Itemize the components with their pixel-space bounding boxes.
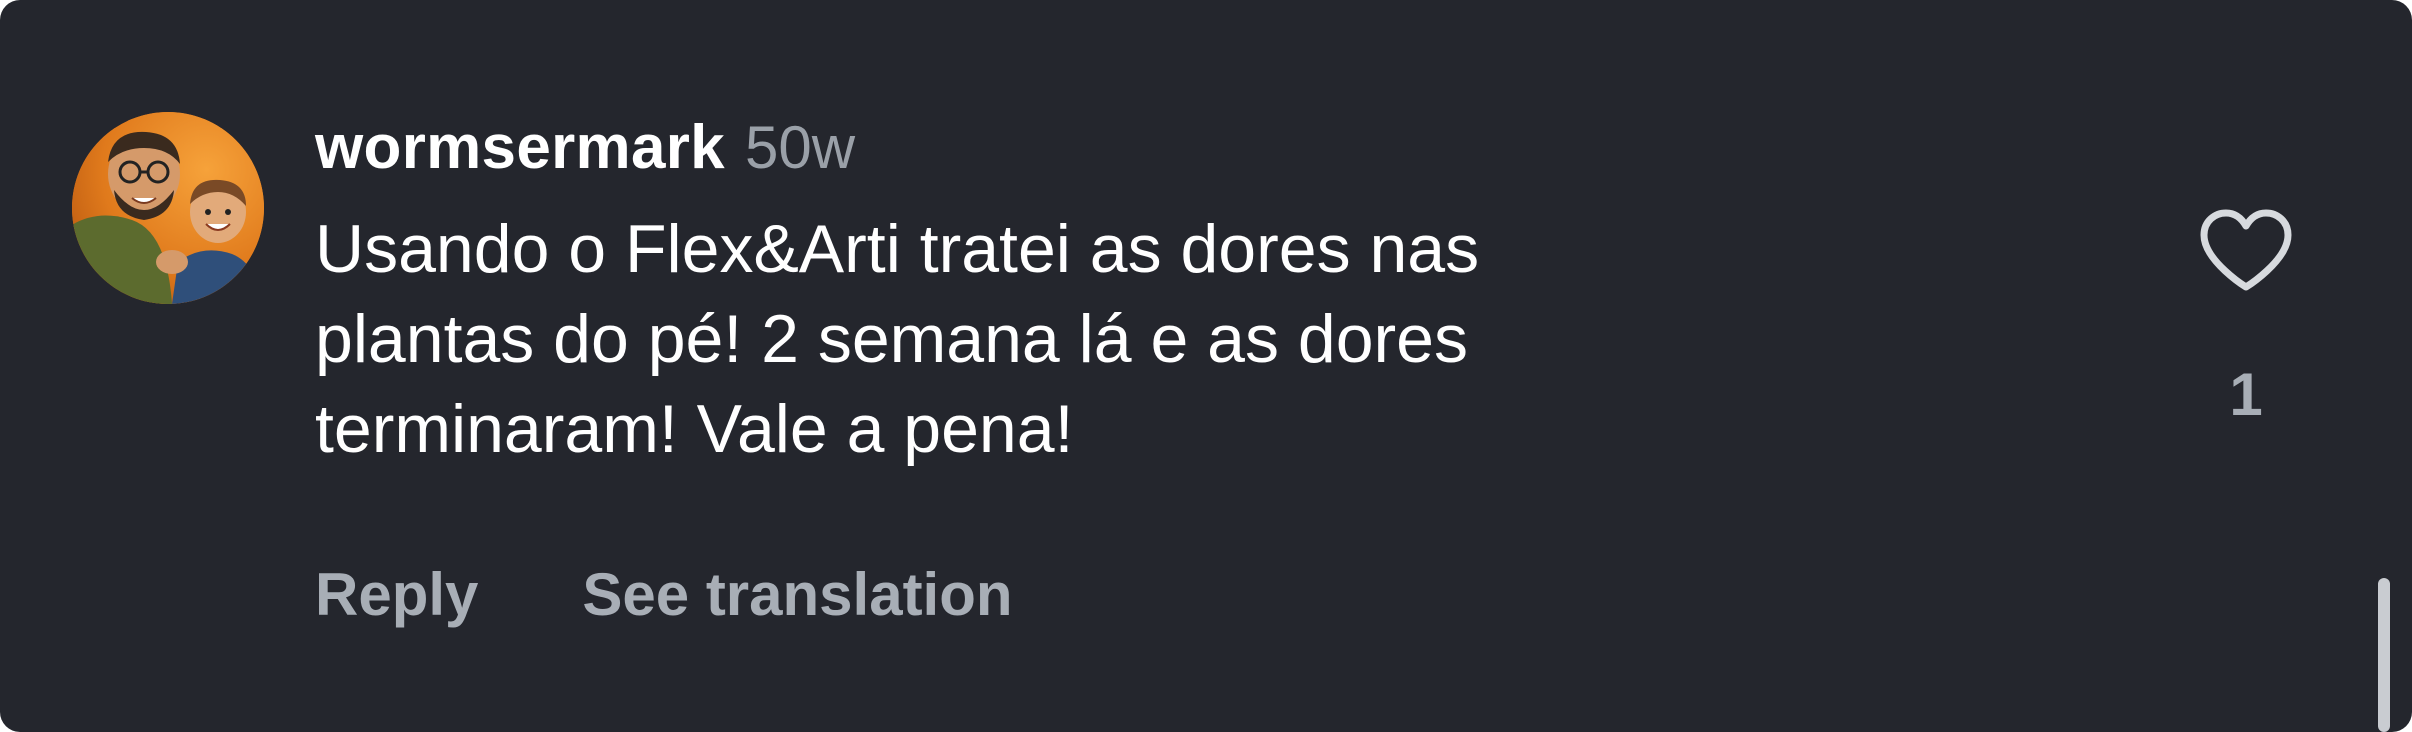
avatar[interactable]: [72, 112, 264, 304]
avatar-image: [72, 112, 264, 304]
like-button[interactable]: [2196, 205, 2296, 295]
heart-outline-icon: [2200, 209, 2292, 291]
timestamp: 50w: [744, 114, 856, 181]
comment-card: wormsermark 50w Usando o Flex&Arti trate…: [0, 0, 2412, 732]
comment-content: wormsermark 50w Usando o Flex&Arti trate…: [315, 112, 1875, 474]
reply-button[interactable]: Reply: [315, 560, 478, 629]
scrollbar[interactable]: [2378, 578, 2390, 732]
like-count: 1: [2229, 361, 2263, 428]
see-translation-button[interactable]: See translation: [582, 560, 1012, 629]
comment-actions: Reply See translation: [315, 560, 1013, 629]
comment-header: wormsermark 50w: [315, 112, 1875, 196]
username[interactable]: wormsermark: [315, 112, 725, 183]
comment-text: Usando o Flex&Arti tratei as dores nas p…: [315, 211, 1480, 467]
